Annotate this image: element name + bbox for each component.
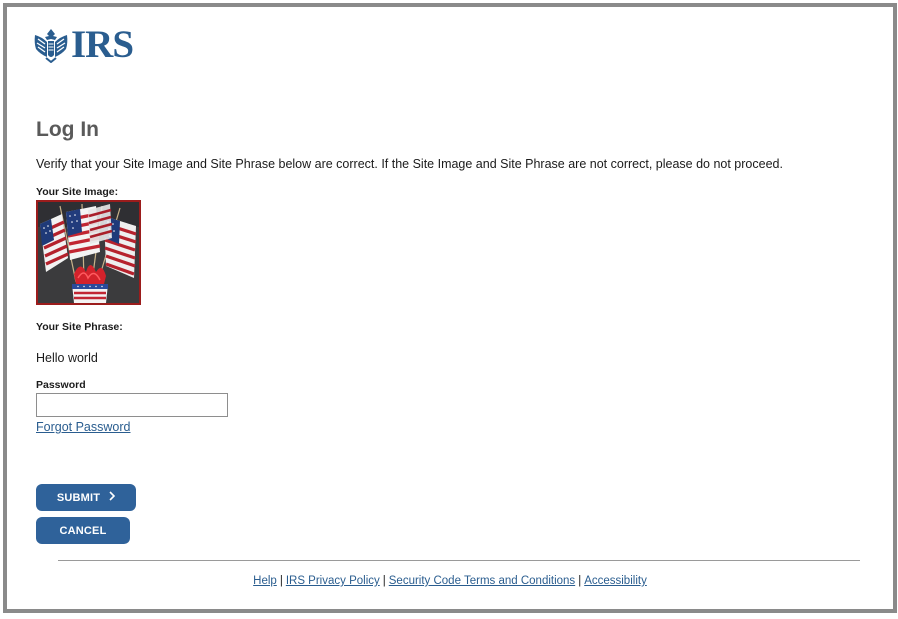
footer-link-privacy-policy[interactable]: IRS Privacy Policy xyxy=(286,575,380,587)
flags-image xyxy=(38,202,139,303)
footer-separator: | xyxy=(382,575,386,587)
logo-wordmark: IRS xyxy=(71,23,134,66)
page-title: Log In xyxy=(36,118,99,141)
footer-link-accessibility[interactable]: Accessibility xyxy=(584,575,647,587)
footer-separator: | xyxy=(279,575,283,587)
footer-links: Help | IRS Privacy Policy | Security Code Te… xyxy=(7,575,893,587)
site-image-label: Your Site Image: xyxy=(36,186,119,198)
password-input[interactable] xyxy=(36,393,228,417)
eagle-logo-icon xyxy=(34,28,68,63)
forgot-password-link[interactable]: Forgot Password xyxy=(36,420,130,434)
site-phrase-value: Hello world xyxy=(36,351,98,365)
page-frame: IRS Log In Verify that your Site Image a… xyxy=(3,3,897,613)
footer-link-security-code-terms[interactable]: Security Code Terms and Conditions xyxy=(389,575,575,587)
password-label: Password xyxy=(36,379,86,391)
chevron-right-icon xyxy=(109,491,116,504)
intro-text: Verify that your Site Image and Site Phr… xyxy=(36,157,783,171)
site-phrase-label: Your Site Phrase: xyxy=(36,321,123,333)
cancel-button-label: CANCEL xyxy=(59,524,107,537)
cancel-button[interactable]: CANCEL xyxy=(36,517,130,544)
footer-divider xyxy=(58,560,860,561)
irs-logo[interactable]: IRS xyxy=(32,23,134,66)
submit-button[interactable]: SUBMIT xyxy=(36,484,136,511)
site-image xyxy=(36,200,141,305)
footer-link-help[interactable]: Help xyxy=(253,575,277,587)
submit-button-label: SUBMIT xyxy=(56,491,101,504)
footer-separator: | xyxy=(578,575,582,587)
